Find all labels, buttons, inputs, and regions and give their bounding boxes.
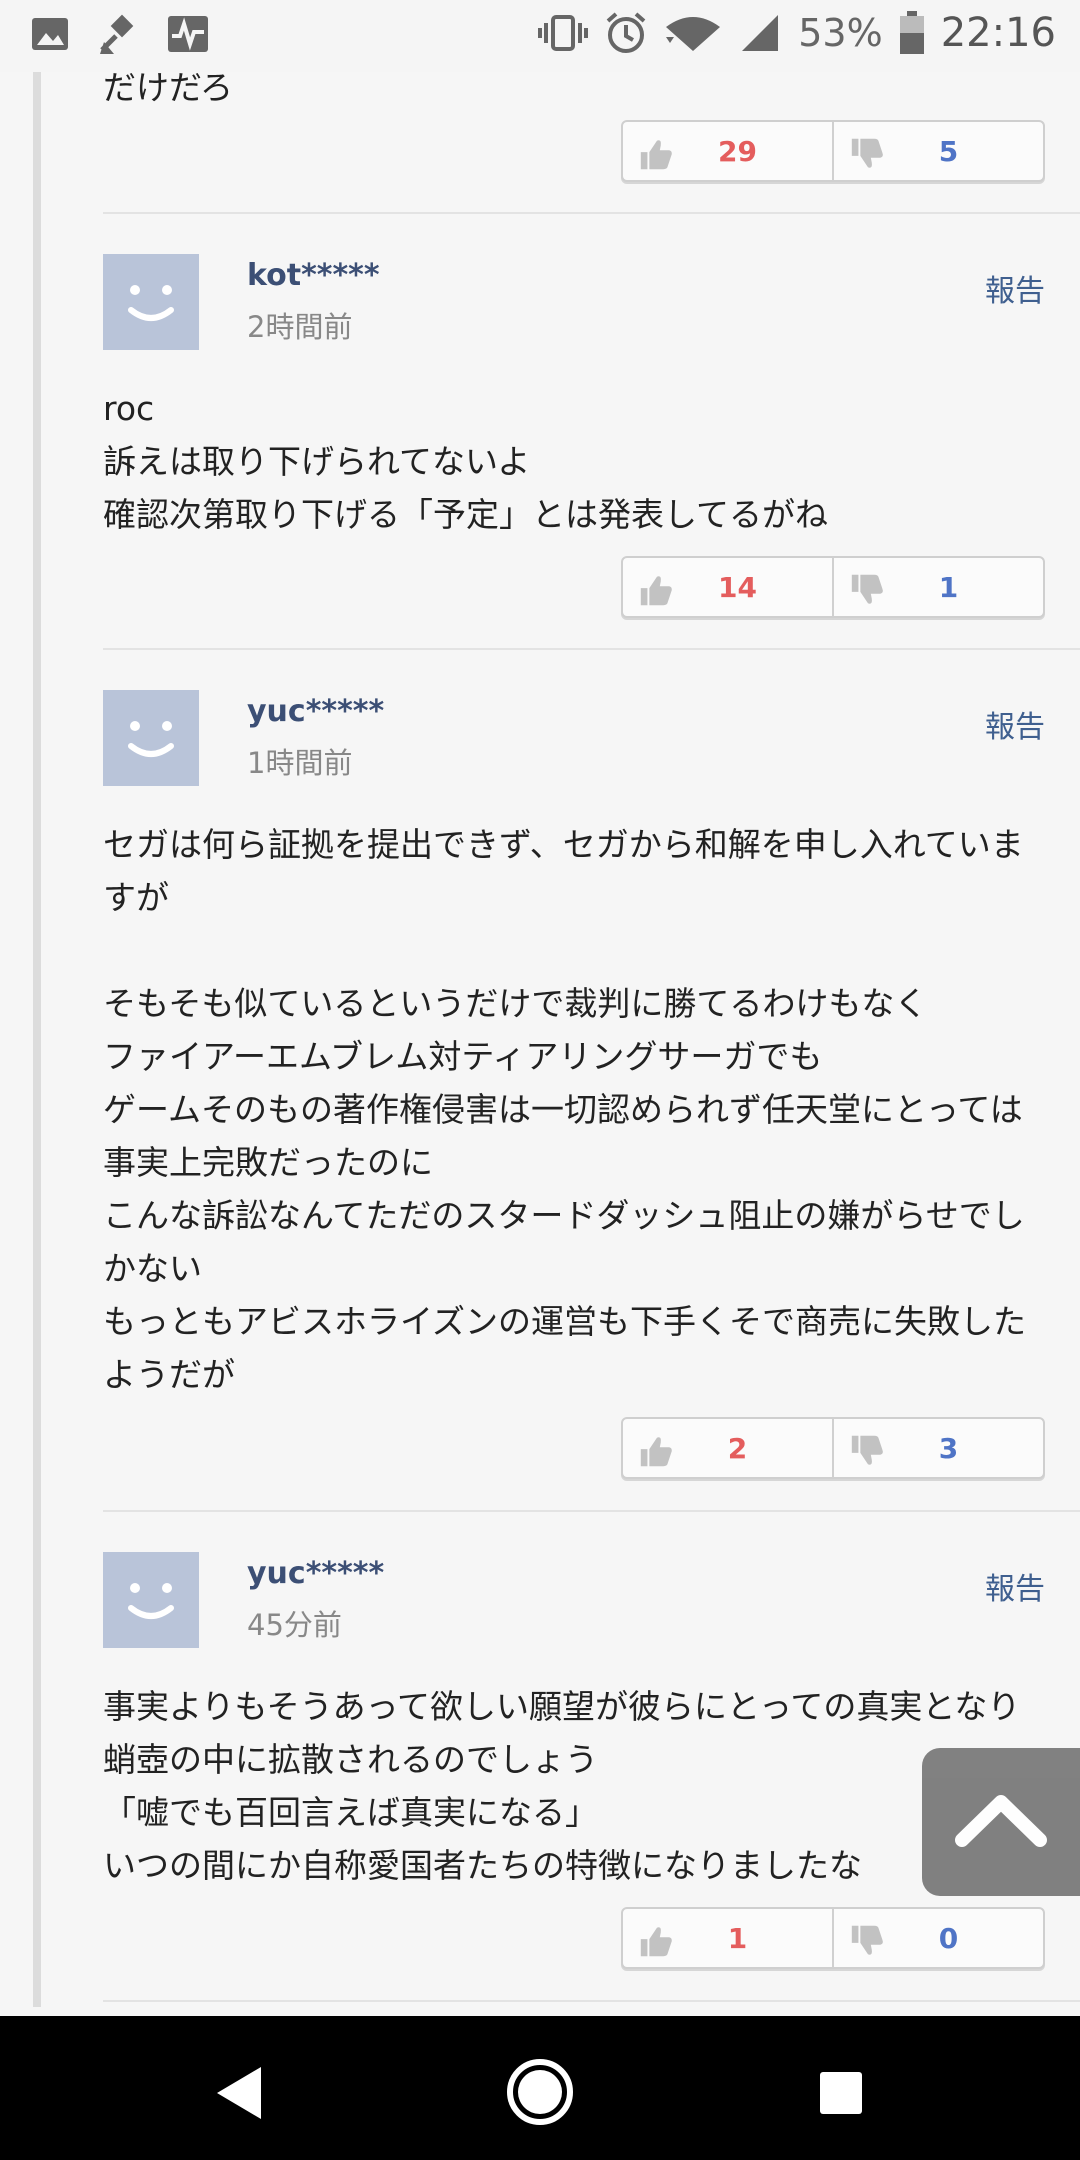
divider	[103, 212, 1080, 214]
vote-bar: 14 1	[621, 556, 1045, 618]
comment-body: roc 訴えは取り下げられてないよ 確認次第取り下げる「予定」とは発表してるがね	[103, 389, 829, 534]
chevron-up-icon	[955, 1795, 1047, 1847]
thumbs-down-icon	[851, 1435, 883, 1465]
report-link[interactable]: 報告	[985, 702, 1045, 746]
avatar	[103, 1552, 199, 1648]
bad-count: 0	[938, 1921, 959, 1955]
good-count: 29	[718, 134, 757, 168]
alarm-icon	[604, 11, 648, 55]
divider	[103, 2000, 1080, 2002]
comment-thread: だけだろ 29 5 kot***** 2時間前 報告 roc 訴えは取り下げられ…	[0, 72, 1080, 2007]
vote-bar: 1 0	[621, 1907, 1045, 1969]
comment-time: 1時間前	[247, 746, 353, 780]
smiley-icon	[128, 1583, 174, 1619]
comment-time: 2時間前	[247, 310, 353, 344]
scroll-to-top-button[interactable]	[922, 1748, 1080, 1896]
comment-body: セガは何ら証拠を提出できず、セガから和解を申し入れていますが そもそも似ていると…	[103, 825, 1027, 1394]
thumbs-up-icon	[640, 1437, 672, 1467]
vote-bar: 29 5	[621, 120, 1045, 182]
battery-percent: 53%	[798, 11, 883, 55]
status-bar: 53% 22:16	[0, 0, 1080, 72]
thumbs-down-icon	[851, 1925, 883, 1955]
satellite-icon	[96, 12, 140, 56]
good-button[interactable]: 14	[623, 558, 832, 616]
username[interactable]: yuc*****	[247, 1556, 384, 1591]
recents-icon[interactable]	[820, 2072, 862, 2114]
divider	[103, 648, 1080, 650]
username[interactable]: kot*****	[247, 258, 380, 293]
back-icon[interactable]	[213, 2063, 265, 2123]
bad-button[interactable]: 1	[832, 558, 1043, 616]
thumbs-down-icon	[851, 138, 883, 168]
signal-icon	[738, 13, 782, 53]
divider	[103, 1510, 1080, 1512]
thumbs-up-icon	[640, 576, 672, 606]
thumbs-up-icon	[640, 140, 672, 170]
thumbs-down-icon	[851, 574, 883, 604]
good-button[interactable]: 2	[623, 1419, 832, 1477]
bad-count: 1	[938, 570, 959, 604]
bad-button[interactable]: 5	[832, 122, 1043, 180]
avatar	[103, 690, 199, 786]
bad-count: 3	[938, 1431, 959, 1465]
navigation-bar	[0, 2016, 1080, 2160]
report-link[interactable]: 報告	[985, 1564, 1045, 1608]
bad-button[interactable]: 3	[832, 1419, 1043, 1477]
report-link[interactable]: 報告	[985, 266, 1045, 310]
good-count: 1	[727, 1921, 748, 1955]
wifi-icon	[664, 13, 722, 53]
activity-icon	[166, 14, 210, 54]
thumbs-up-icon	[640, 1927, 672, 1957]
avatar	[103, 254, 199, 350]
smiley-icon	[128, 285, 174, 321]
battery-icon	[899, 11, 925, 55]
good-button[interactable]: 29	[623, 122, 832, 180]
bad-button[interactable]: 0	[832, 1909, 1043, 1967]
good-button[interactable]: 1	[623, 1909, 832, 1967]
bad-count: 5	[938, 134, 959, 168]
good-count: 14	[718, 570, 757, 604]
comment-time: 45分前	[247, 1608, 342, 1642]
previous-comment-text: だけだろ	[103, 72, 234, 107]
clock: 22:16	[940, 10, 1056, 56]
vibrate-icon	[538, 13, 589, 53]
username[interactable]: yuc*****	[247, 694, 384, 729]
image-icon	[30, 16, 70, 52]
comment-body: 事実よりもそうあって欲しい願望が彼らにとっての真実となり蛸壺の中に拡散されるので…	[103, 1687, 1021, 1885]
vote-bar: 2 3	[621, 1417, 1045, 1479]
home-icon[interactable]	[506, 2058, 574, 2126]
smiley-icon	[128, 721, 174, 757]
good-count: 2	[727, 1431, 748, 1465]
